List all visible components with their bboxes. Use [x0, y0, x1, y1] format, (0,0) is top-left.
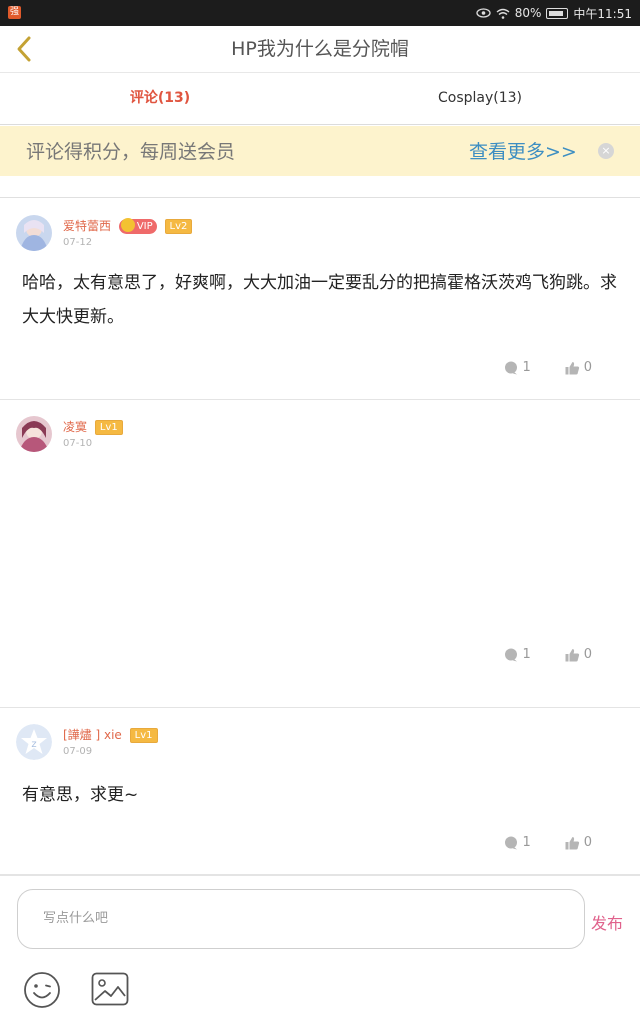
- like-button[interactable]: 0: [565, 360, 592, 375]
- like-count: 0: [583, 647, 592, 662]
- comment-actions: 1 0: [504, 360, 592, 375]
- username[interactable]: [譁燼 ] xie: [63, 728, 122, 742]
- reply-count: 1: [522, 835, 531, 850]
- avatar[interactable]: z: [16, 724, 52, 760]
- image-icon: [91, 972, 129, 1006]
- battery-percent: 80%: [514, 6, 542, 20]
- comment-input-bar: 写点什么吧 发布: [0, 875, 640, 1024]
- username-row: 凌寞 Lv1: [63, 418, 123, 435]
- reply-count: 1: [522, 647, 531, 662]
- back-button[interactable]: [6, 31, 42, 67]
- like-count: 0: [583, 360, 592, 375]
- smiley-icon: [24, 972, 60, 1008]
- comment-actions: 1 0: [504, 835, 592, 850]
- header: HP我为什么是分院帽: [0, 26, 640, 72]
- tab-comments[interactable]: 评论(13): [0, 73, 320, 124]
- page-title: HP我为什么是分院帽: [231, 38, 409, 60]
- thumbs-up-icon: [565, 648, 579, 661]
- comment-actions: 1 0: [504, 647, 592, 662]
- promo-more-link[interactable]: 查看更多>>: [469, 126, 577, 178]
- thumbs-up-icon: [565, 836, 579, 849]
- comment-content: 哈哈，太有意思了，好爽啊，大大加油一定要乱分的把搞霍格沃茨鸡飞狗跳。求大大快更新…: [22, 273, 617, 327]
- like-button[interactable]: 0: [565, 835, 592, 850]
- avatar[interactable]: [16, 416, 52, 452]
- username[interactable]: 爱特蕾西: [63, 219, 111, 233]
- battery-icon: [546, 7, 569, 19]
- reply-button[interactable]: 1: [504, 647, 531, 662]
- status-bar: 强 80% 中午11:51: [0, 0, 640, 26]
- tab-cosplay[interactable]: Cosplay(13): [320, 73, 640, 124]
- comment-bubble-icon: [505, 361, 518, 374]
- level-badge: Lv1: [129, 728, 158, 743]
- vip-label: VIP: [136, 221, 153, 232]
- eye-icon: [476, 8, 491, 18]
- publish-button[interactable]: 发布: [591, 910, 623, 934]
- svg-text:z: z: [31, 739, 36, 750]
- comment-item: 凌寞 Lv1 07-10 1 0: [0, 400, 640, 687]
- comment-bubble-icon: [505, 836, 518, 849]
- username[interactable]: 凌寞: [63, 420, 87, 434]
- emoji-button[interactable]: [23, 971, 61, 1013]
- comment-content: 有意思，求更~: [22, 785, 139, 805]
- comment-date: 07-10: [63, 438, 93, 449]
- vip-badge: VIP: [118, 218, 157, 234]
- section-gap: [0, 176, 640, 198]
- promo-banner: 评论得积分，每周送会员 查看更多>> ×: [0, 126, 640, 176]
- reply-count: 1: [522, 360, 531, 375]
- avatar[interactable]: [16, 215, 52, 251]
- like-button[interactable]: 0: [565, 647, 592, 662]
- app-notification-icon: 强: [8, 6, 21, 19]
- crown-icon: [120, 218, 135, 232]
- comment-item: 爱特蕾西 VIP Lv2 07-12 哈哈，太有意思了，好爽啊，大大加油一定要乱…: [0, 199, 640, 400]
- chevron-left-icon: [17, 36, 31, 62]
- level-badge: Lv1: [94, 420, 123, 435]
- promo-text: 评论得积分，每周送会员: [26, 141, 236, 163]
- thumbs-up-icon: [565, 361, 579, 374]
- username-row: [譁燼 ] xie Lv1: [63, 726, 158, 743]
- comment-bubble-icon: [505, 648, 518, 661]
- close-icon[interactable]: ×: [598, 143, 614, 159]
- level-badge: Lv2: [164, 219, 193, 234]
- reply-button[interactable]: 1: [504, 835, 531, 850]
- comment-date: 07-12: [63, 237, 93, 248]
- username-row: 爱特蕾西 VIP Lv2: [63, 217, 193, 234]
- clock: 中午11:51: [573, 6, 632, 21]
- section-gap: [0, 686, 640, 708]
- comment-item: z [譁燼 ] xie Lv1 07-09 有意思，求更~ 1 0: [0, 708, 640, 875]
- status-right: 80% 中午11:51: [476, 0, 632, 26]
- reply-button[interactable]: 1: [504, 360, 531, 375]
- wifi-icon: [496, 8, 510, 19]
- like-count: 0: [583, 835, 592, 850]
- comment-date: 07-09: [63, 746, 93, 757]
- image-button[interactable]: [91, 972, 129, 1010]
- comment-input[interactable]: 写点什么吧: [17, 889, 585, 949]
- tab-bar: 评论(13) Cosplay(13): [0, 72, 640, 125]
